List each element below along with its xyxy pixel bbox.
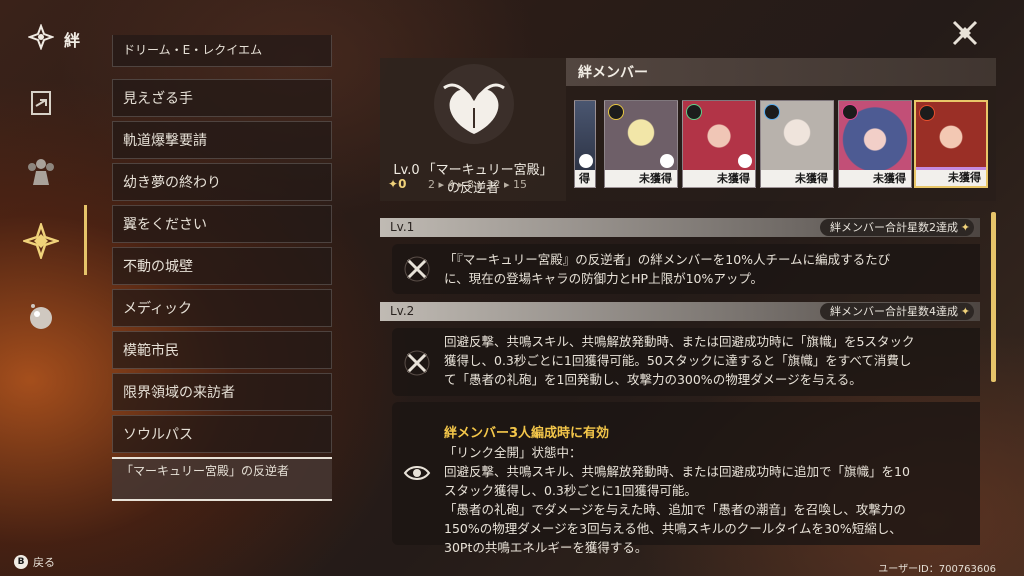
back-button[interactable]: B 戻る [14,554,55,570]
close-icon[interactable] [950,18,980,48]
crossed-swords-icon [402,348,432,378]
orb-icon[interactable] [22,298,60,336]
member-card[interactable]: 未獲得 [760,100,834,188]
clock-icon [579,154,593,168]
bonus-text: 「リンク全開」状態中： 回避反撃、共鳴スキル、共鳴解放発動時、または回避成功時に… [444,445,910,555]
bonus-description: 絆メンバー3人編成時に有効 「リンク全開」状態中： 回避反撃、共鳴スキル、共鳴解… [392,402,980,555]
b-button-icon: B [14,555,28,569]
element-icon [686,104,702,120]
card-export-icon[interactable] [22,84,60,122]
bond-list: ドリーム・E・レクイエム 見えざる手 軌道爆撃要請 幼き夢の終わり 翼をください… [112,35,332,515]
bond-icon[interactable] [22,222,60,260]
list-item[interactable]: 見えざる手 [112,79,332,117]
header: 絆 [27,23,81,54]
bond-emblem-icon [422,64,526,152]
list-item[interactable]: メディック [112,289,332,327]
page-title: 絆 [64,31,81,50]
level-requirement-badge: 絆メンバー合計星数2達成 ✦ [820,219,974,236]
members-title: 絆メンバー [566,58,996,86]
member-card[interactable]: 未獲得 [838,100,912,188]
list-item[interactable]: ソウルパス [112,415,332,453]
bonus-title: 絆メンバー3人編成時に有効 [444,426,610,441]
star-count: ✦0 [388,177,407,191]
element-icon [608,104,624,120]
level-description: 「『マーキュリー宮殿』の反逆者」の絆メンバーを10%人チームに編成するたび に、… [392,244,980,294]
clock-icon [660,154,674,168]
star-thresholds: 2 ▸ 4 ▸ 8 ▸ 12 ▸ 15 [428,178,528,191]
level-bar: Lv.2 絆メンバー合計星数4達成 ✦ [380,302,980,321]
bond-level: Lv.0 [393,163,420,178]
member-card[interactable]: 未獲得 [604,100,678,188]
list-item[interactable]: 不動の城壁 [112,247,332,285]
list-item[interactable]: 軌道爆撃要請 [112,121,332,159]
element-icon [919,105,935,121]
list-item[interactable]: ドリーム・E・レクイエム [112,35,332,67]
member-card[interactable]: 得 [574,100,596,188]
eye-icon [402,458,432,488]
level-requirement-badge: 絆メンバー合計星数4達成 ✦ [820,303,974,320]
member-card-selected[interactable]: 未獲得 [914,100,988,188]
scrollbar[interactable] [991,212,996,382]
level-description: 回避反撃、共鳴スキル、共鳴解放発動時、または回避成功時に「旗幟」を5スタック 獲… [392,328,980,396]
crossed-swords-icon [402,254,432,284]
list-item[interactable]: 翼をください [112,205,332,243]
element-icon [842,104,858,120]
list-item-selected[interactable]: 「マーキュリー宮殿」の反逆者 [112,457,332,501]
list-item[interactable]: 幼き夢の終わり [112,163,332,201]
team-icon[interactable] [22,152,60,190]
emblem-icon [27,23,55,54]
list-item[interactable]: 限界領域の来訪者 [112,373,332,411]
member-card[interactable]: 未獲得 [682,100,756,188]
rail-selection-indicator [84,205,87,275]
user-id: ユーザーID：700763606 [878,564,996,575]
clock-icon [738,154,752,168]
element-icon [764,104,780,120]
star-progress: ✦0 2 ▸ 4 ▸ 8 ▸ 12 ▸ 15 [380,177,566,192]
left-rail: 絆 [0,0,87,576]
level-bar: Lv.1 絆メンバー合計星数2達成 ✦ [380,218,980,237]
list-item[interactable]: 模範市民 [112,331,332,369]
